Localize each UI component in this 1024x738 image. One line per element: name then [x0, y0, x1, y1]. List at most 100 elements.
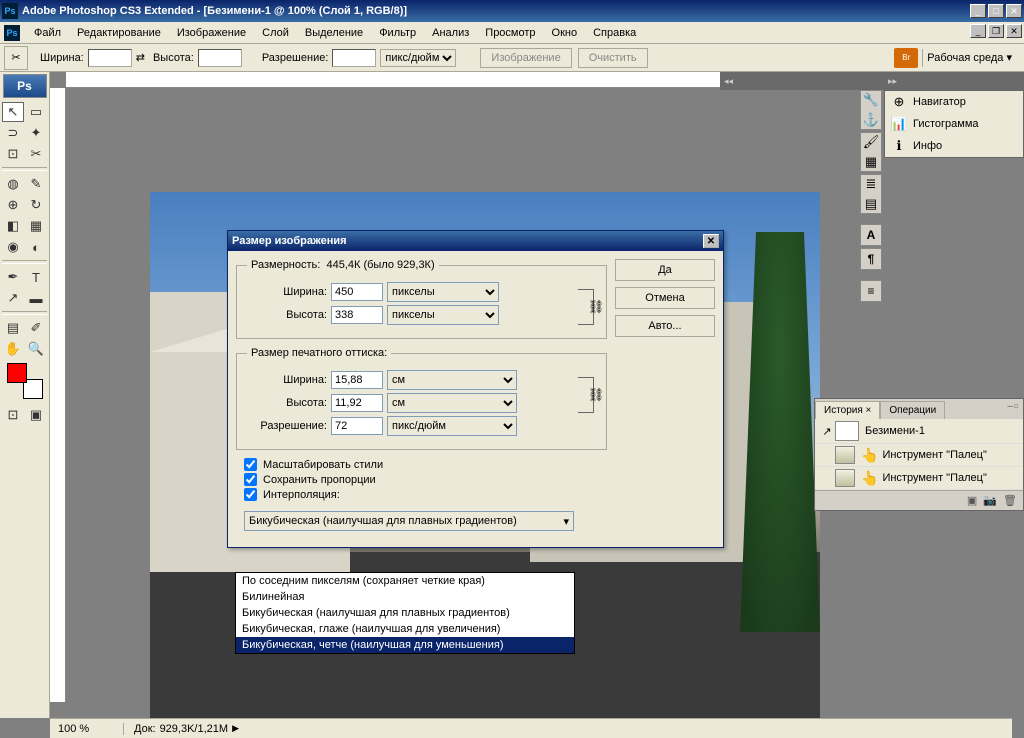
maximize-button[interactable]: □	[988, 4, 1004, 18]
px-width-unit[interactable]: пикселы	[387, 282, 499, 302]
paragraph-palette-icon[interactable]: ¶	[860, 248, 882, 270]
zoom-level[interactable]: 100 %	[54, 723, 124, 735]
print-width-input[interactable]	[331, 371, 383, 389]
link-icon[interactable]: ⛓	[589, 387, 603, 403]
quickmask-tool[interactable]: ⊡	[2, 405, 24, 425]
actions-palette-icon[interactable]: ≡	[860, 280, 882, 302]
tab-actions[interactable]: Операции	[880, 401, 945, 419]
menu-select[interactable]: Выделение	[297, 27, 371, 39]
doc-restore[interactable]: ❐	[988, 24, 1004, 38]
dodge-tool[interactable]: ◐	[25, 237, 47, 257]
zoom-tool[interactable]: 🔍	[25, 339, 47, 359]
dialog-titlebar[interactable]: Размер изображения ✕	[228, 231, 723, 251]
menu-filter[interactable]: Фильтр	[371, 27, 424, 39]
menu-image[interactable]: Изображение	[169, 27, 254, 39]
dropdown-item-2[interactable]: Бикубическая (наилучшая для плавных град…	[236, 605, 574, 621]
opt-image-button[interactable]: Изображение	[480, 48, 571, 68]
screenmode-tool[interactable]: ▣	[25, 405, 47, 425]
opt-res-input[interactable]	[332, 49, 376, 67]
interpolation-select[interactable]: Бикубическая (наилучшая для плавных град…	[244, 511, 574, 531]
marquee-tool[interactable]: ▭	[25, 102, 47, 122]
menubar: Ps Файл Редактирование Изображение Слой …	[0, 22, 1024, 44]
eyedropper-tool[interactable]: ✐	[25, 318, 47, 338]
dock-collapse-icon[interactable]: ◂◂	[724, 76, 733, 87]
dropdown-item-4[interactable]: Бикубическая, четче (наилучшая для умень…	[236, 637, 574, 653]
panel-menu-icon[interactable]: –○	[1007, 401, 1019, 412]
type-tool[interactable]: T	[25, 267, 47, 287]
resolution-unit[interactable]: пикс/дюйм	[387, 416, 517, 436]
hand-tool[interactable]: ✋	[2, 339, 24, 359]
bridge-icon[interactable]: Br	[894, 48, 918, 68]
history-snapshot[interactable]: ↗ Безимени-1	[815, 419, 1023, 444]
constrain-check[interactable]: Сохранить пропорции	[244, 473, 599, 486]
palette-btn-3[interactable]: ≣▤	[860, 174, 882, 214]
notes-tool[interactable]: ▤	[2, 318, 24, 338]
fg-color-swatch[interactable]	[7, 363, 27, 383]
slice-tool[interactable]: ✂	[25, 144, 47, 164]
px-height-unit[interactable]: пикселы	[387, 305, 499, 325]
swap-icon[interactable]: ⇄	[136, 51, 145, 64]
link-icon[interactable]: ⛓	[589, 299, 603, 315]
scale-styles-check[interactable]: Масштабировать стили	[244, 458, 599, 471]
cancel-button[interactable]: Отмена	[615, 287, 715, 309]
doc-close[interactable]: ✕	[1006, 24, 1022, 38]
gradient-tool[interactable]: ▦	[25, 216, 47, 236]
brush-tool[interactable]: ✎	[25, 174, 47, 194]
menu-file[interactable]: Файл	[26, 27, 69, 39]
close-button[interactable]: ✕	[1006, 4, 1022, 18]
palette-btn-2[interactable]: 🖌▦	[860, 132, 882, 172]
auto-button[interactable]: Авто...	[615, 315, 715, 337]
crop-tool-icon[interactable]: ✂	[4, 46, 28, 70]
crop-tool[interactable]: ⊡	[2, 144, 24, 164]
resolution-input[interactable]	[331, 417, 383, 435]
print-height-input[interactable]	[331, 394, 383, 412]
snapshot-icon[interactable]: 📷	[983, 494, 997, 507]
chevron-right-icon[interactable]: ▶	[232, 723, 239, 734]
history-brush-tool[interactable]: ↻	[25, 195, 47, 215]
dropdown-item-1[interactable]: Билинейная	[236, 589, 574, 605]
history-step-2[interactable]: 👆 Инструмент "Палец"	[815, 467, 1023, 490]
print-height-unit[interactable]: см	[387, 393, 517, 413]
doc-minimize[interactable]: _	[970, 24, 986, 38]
move-tool[interactable]: ↖	[2, 102, 24, 122]
stamp-tool[interactable]: ⊕	[2, 195, 24, 215]
navigator-row[interactable]: ⊕Навигатор	[885, 91, 1023, 113]
lasso-tool[interactable]: ⊃	[2, 123, 24, 143]
ok-button[interactable]: Да	[615, 259, 715, 281]
history-step-1[interactable]: 👆 Инструмент "Палец"	[815, 444, 1023, 467]
new-doc-icon[interactable]: ▣	[967, 494, 977, 507]
menu-edit[interactable]: Редактирование	[69, 27, 169, 39]
workspace-switcher[interactable]: Br Рабочая среда ▾	[894, 48, 1020, 68]
trash-icon[interactable]: 🗑	[1003, 494, 1017, 507]
dropdown-item-0[interactable]: По соседним пикселям (сохраняет четкие к…	[236, 573, 574, 589]
resample-check[interactable]: Интерполяция:	[244, 488, 599, 501]
print-width-unit[interactable]: см	[387, 370, 517, 390]
wand-tool[interactable]: ✦	[25, 123, 47, 143]
menu-layer[interactable]: Слой	[254, 27, 297, 39]
menu-analysis[interactable]: Анализ	[424, 27, 477, 39]
blur-tool[interactable]: ◉	[2, 237, 24, 257]
tab-history[interactable]: История ×	[815, 401, 880, 419]
px-width-input[interactable]	[331, 283, 383, 301]
opt-res-unit[interactable]: пикс/дюйм	[380, 49, 456, 67]
type-palette-icon[interactable]: A	[860, 224, 882, 246]
opt-width-input[interactable]	[88, 49, 132, 67]
menu-view[interactable]: Просмотр	[477, 27, 543, 39]
palette-btn-1[interactable]: 🔧⚓	[860, 90, 882, 130]
histogram-row[interactable]: 📊Гистограмма	[885, 113, 1023, 135]
dropdown-item-3[interactable]: Бикубическая, глаже (наилучшая для увели…	[236, 621, 574, 637]
shape-tool[interactable]: ▬	[25, 288, 47, 308]
opt-height-input[interactable]	[198, 49, 242, 67]
heal-tool[interactable]: ◍	[2, 174, 24, 194]
dialog-close-button[interactable]: ✕	[703, 234, 719, 248]
px-height-input[interactable]	[331, 306, 383, 324]
path-tool[interactable]: ↗	[2, 288, 24, 308]
minimize-button[interactable]: _	[970, 4, 986, 18]
panel-expand-icon[interactable]: ▸▸	[888, 76, 897, 87]
info-row[interactable]: ℹИнфо	[885, 135, 1023, 157]
opt-clear-button[interactable]: Очистить	[578, 48, 648, 68]
eraser-tool[interactable]: ◧	[2, 216, 24, 236]
menu-help[interactable]: Справка	[585, 27, 644, 39]
pen-tool[interactable]: ✒	[2, 267, 24, 287]
menu-window[interactable]: Окно	[544, 27, 586, 39]
